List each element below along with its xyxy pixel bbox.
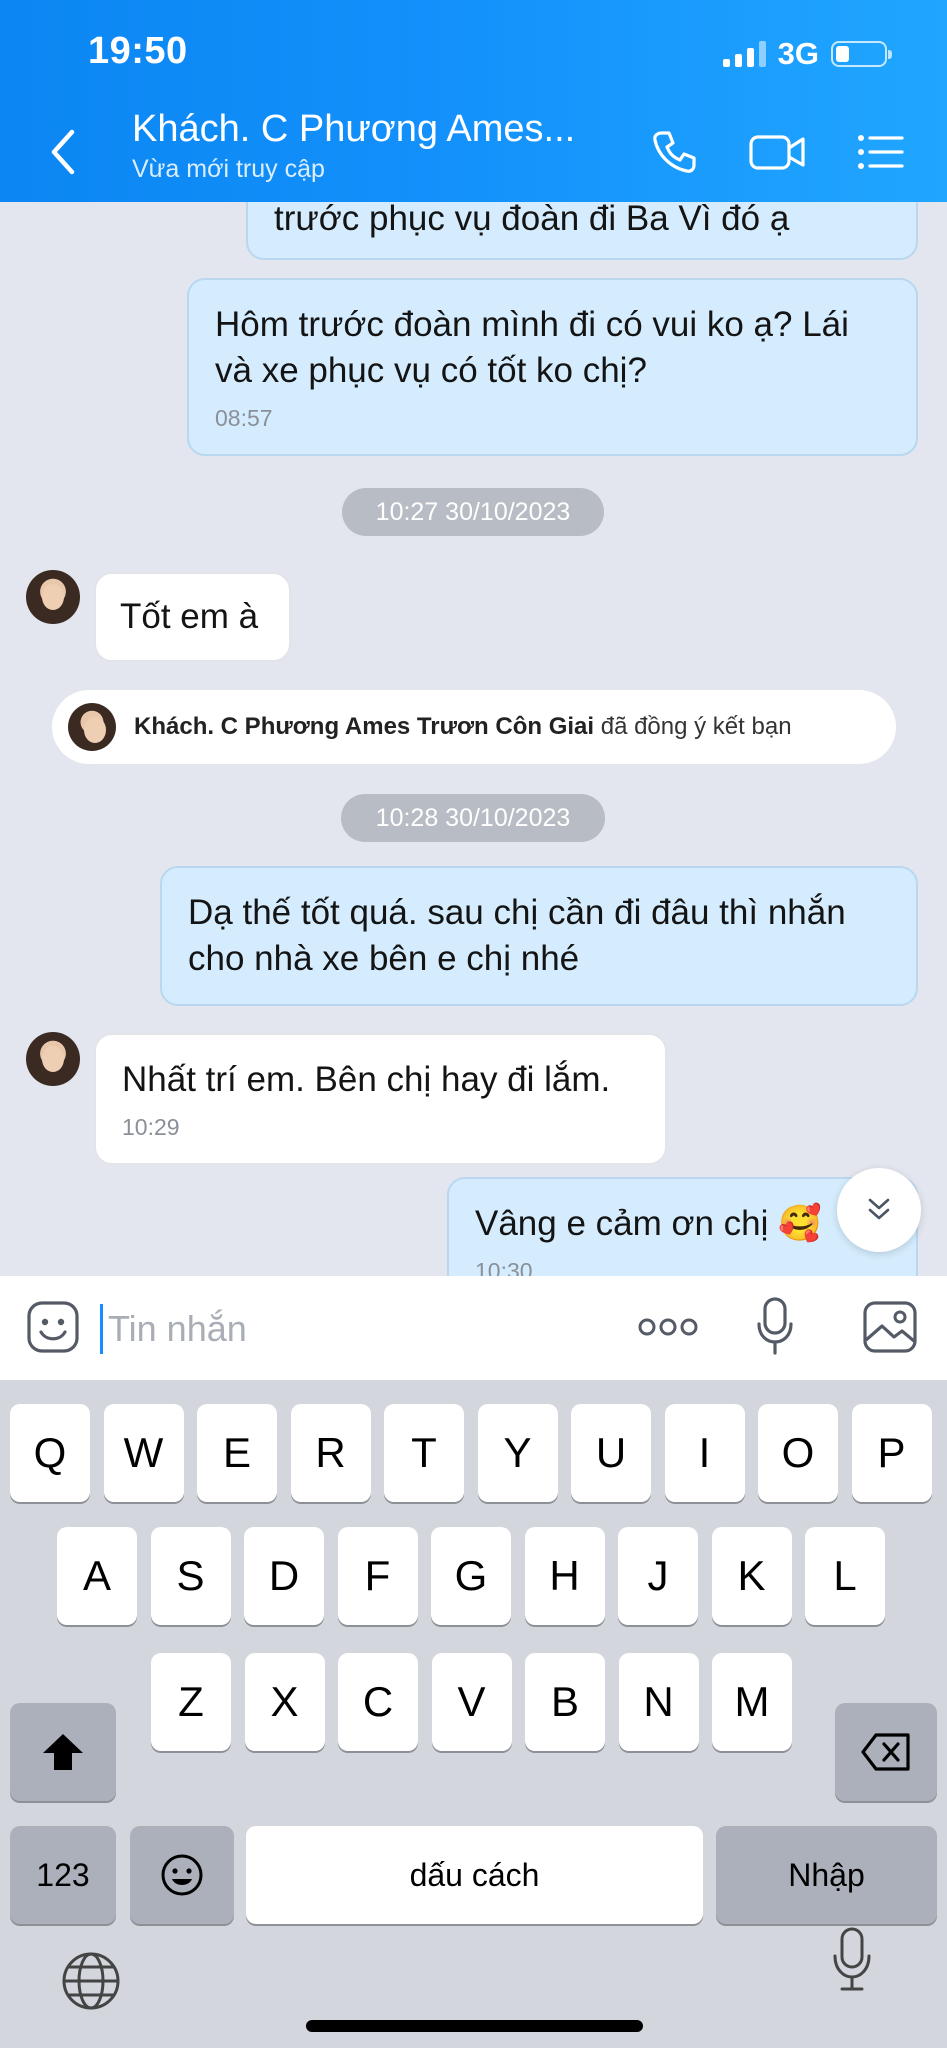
message-text: trước phục vụ đoàn đi Ba Vì đó ạ — [274, 202, 790, 238]
message-text: Dạ thế tốt quá. sau chị cần đi đâu thì n… — [188, 893, 846, 978]
letter-key[interactable]: A — [57, 1527, 137, 1625]
message-text: Vâng e cảm ơn chị 🥰 — [475, 1204, 822, 1243]
letter-key[interactable]: U — [571, 1404, 651, 1502]
scroll-to-bottom-button[interactable] — [837, 1168, 921, 1252]
letter-key[interactable]: T — [384, 1404, 464, 1502]
letter-key[interactable]: K — [711, 1527, 792, 1625]
emoji-sticker-icon — [27, 1301, 79, 1353]
letter-key[interactable]: L — [805, 1527, 885, 1625]
message-time: 08:57 — [215, 405, 273, 431]
sticker-button[interactable] — [26, 1300, 80, 1359]
message-outgoing[interactable]: Hôm trước đoàn mình đi có vui ko ạ? Lái … — [187, 278, 918, 456]
letter-key[interactable]: F — [337, 1527, 418, 1625]
dictation-button[interactable] — [830, 1924, 874, 1999]
date-separator: 10:28 30/10/2023 — [341, 794, 605, 842]
voice-message-button[interactable] — [755, 1296, 795, 1361]
letter-key[interactable]: R — [290, 1404, 371, 1502]
chat-header: 19:50 3G Khách. C Phương Ames... Vừa mới… — [0, 0, 947, 202]
video-call-icon — [749, 135, 805, 170]
message-incoming[interactable]: Nhất trí em. Bên chị hay đi lắm. 10:29 — [94, 1033, 667, 1165]
chat-status: Vừa mới truy cập — [132, 155, 325, 183]
message-text: Nhất trí em. Bên chị hay đi lắm. — [122, 1060, 611, 1099]
letter-key[interactable]: Y — [477, 1404, 558, 1502]
status-time: 19:50 — [88, 30, 188, 72]
letter-key[interactable]: I — [664, 1404, 745, 1502]
chevrons-down-icon — [868, 1198, 890, 1220]
phone-icon — [653, 131, 696, 173]
network-type: 3G — [777, 36, 819, 71]
letter-key[interactable]: P — [851, 1404, 932, 1502]
message-time: 10:29 — [122, 1114, 180, 1140]
backspace-key[interactable] — [835, 1703, 937, 1801]
globe-button[interactable] — [60, 1950, 122, 2017]
voice-call-button[interactable] — [650, 128, 698, 181]
numbers-key[interactable]: 123 — [10, 1826, 116, 1924]
video-call-button[interactable] — [748, 128, 808, 181]
microphone-icon — [757, 1297, 793, 1355]
date-separator: 10:27 30/10/2023 — [342, 488, 604, 536]
more-dots-icon — [638, 1318, 698, 1336]
message-outgoing[interactable]: trước phục vụ đoàn đi Ba Vì đó ạ — [246, 202, 918, 260]
letter-key[interactable]: Q — [10, 1404, 90, 1502]
image-icon — [863, 1301, 917, 1353]
letter-key[interactable]: W — [103, 1404, 184, 1502]
avatar[interactable] — [26, 1032, 80, 1086]
status-indicators: 3G — [722, 36, 892, 72]
shift-key[interactable] — [10, 1703, 116, 1801]
backspace-icon — [861, 1733, 910, 1771]
message-text: Tốt em à — [120, 597, 259, 636]
message-list[interactable]: trước phục vụ đoàn đi Ba Vì đó ạ Hôm trư… — [0, 202, 947, 1276]
shift-icon — [43, 1734, 83, 1770]
friend-action: đã đồng ý kết bạn — [600, 713, 792, 740]
message-text: Hôm trước đoàn mình đi có vui ko ạ? Lái … — [215, 305, 849, 390]
emoji-key[interactable] — [130, 1826, 234, 1924]
message-incoming[interactable]: Tốt em à — [94, 572, 291, 662]
space-key[interactable]: dấu cách — [246, 1826, 703, 1924]
return-key[interactable]: Nhập — [716, 1826, 937, 1924]
message-input-bar: Tin nhắn — [0, 1276, 947, 1380]
battery-icon — [831, 41, 892, 67]
letter-key[interactable]: S — [150, 1527, 231, 1625]
dictation-mic-icon — [833, 1927, 871, 1991]
back-chevron-icon — [51, 129, 75, 175]
avatar[interactable] — [26, 570, 80, 624]
chat-title: Khách. C Phương Ames... — [132, 108, 576, 150]
message-input[interactable]: Tin nhắn — [102, 1302, 582, 1356]
letter-key[interactable]: O — [758, 1404, 838, 1502]
message-time: 10:30 — [475, 1258, 533, 1276]
letter-key[interactable]: H — [524, 1527, 605, 1625]
globe-icon — [62, 1952, 120, 2010]
letter-key[interactable]: Z — [151, 1653, 231, 1751]
keyboard: QWERTYUIOP ASDFGHJKL ZXCVBNM 123 dấu các… — [0, 1380, 947, 2048]
letter-key[interactable]: J — [618, 1527, 698, 1625]
friend-name: Khách. C Phương Ames Trươn Côn Giai — [134, 713, 595, 740]
menu-list-icon — [858, 135, 904, 169]
emoji-key-icon — [161, 1854, 203, 1896]
letter-key[interactable]: G — [431, 1527, 511, 1625]
message-outgoing[interactable]: Dạ thế tốt quá. sau chị cần đi đâu thì n… — [160, 866, 918, 1006]
signal-icon — [722, 41, 766, 67]
letter-key[interactable]: C — [338, 1653, 418, 1751]
gallery-button[interactable] — [862, 1300, 918, 1359]
home-indicator — [306, 2020, 643, 2032]
back-button[interactable] — [44, 126, 84, 178]
friend-accepted-notice: Khách. C Phương Ames Trươn Côn Giai đã đ… — [52, 690, 896, 764]
letter-key[interactable]: D — [244, 1527, 324, 1625]
letter-key[interactable]: N — [618, 1653, 699, 1751]
chat-title-block[interactable]: Khách. C Phương Ames... Vừa mới truy cập — [132, 108, 575, 184]
letter-key[interactable]: X — [244, 1653, 325, 1751]
menu-button[interactable] — [856, 128, 906, 181]
letter-key[interactable]: B — [525, 1653, 605, 1751]
more-button[interactable] — [638, 1316, 698, 1343]
letter-key[interactable]: V — [431, 1653, 512, 1751]
letter-key[interactable]: M — [712, 1653, 792, 1751]
avatar — [68, 703, 116, 751]
letter-key[interactable]: E — [197, 1404, 277, 1502]
